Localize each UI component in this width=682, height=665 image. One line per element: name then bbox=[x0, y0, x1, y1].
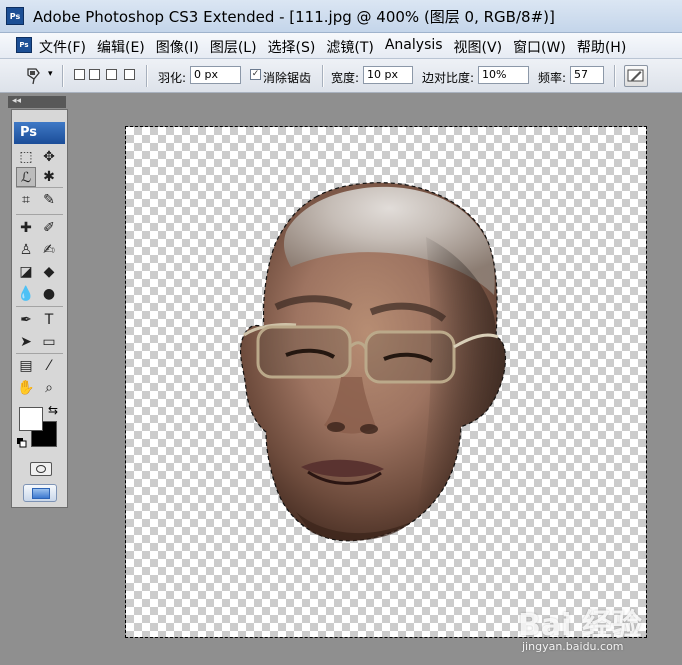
document-icon[interactable]: Ps bbox=[16, 37, 32, 53]
divider bbox=[62, 65, 64, 87]
menu-item[interactable]: 编辑(E) bbox=[97, 37, 145, 57]
menu-item[interactable]: 选择(S) bbox=[268, 37, 316, 57]
move-tool-icon[interactable]: ✥ bbox=[39, 147, 59, 167]
type-tool-icon[interactable]: T bbox=[39, 310, 59, 330]
check-icon: ✓ bbox=[251, 69, 260, 79]
zoom-tool-icon[interactable]: ⌕ bbox=[39, 378, 59, 398]
notes-tool-icon[interactable]: ▤ bbox=[16, 356, 36, 376]
menu-item[interactable]: 视图(V) bbox=[454, 37, 503, 57]
slice-tool-icon[interactable]: ✎ bbox=[39, 190, 59, 210]
toolbox-collapse-button[interactable]: ◂◂ bbox=[8, 96, 66, 108]
toolbox-divider bbox=[16, 353, 63, 354]
foreground-color-swatch[interactable] bbox=[19, 407, 43, 431]
portrait-layer-image bbox=[239, 182, 507, 542]
menu-item[interactable]: 图像(I) bbox=[156, 37, 199, 57]
rect-marquee-tool-icon[interactable]: ⬚ bbox=[16, 147, 36, 167]
menu-item[interactable]: 图层(L) bbox=[210, 37, 257, 57]
divider bbox=[322, 65, 324, 87]
width-input[interactable]: 10 px bbox=[363, 66, 413, 84]
eraser-tool-icon[interactable]: ◪ bbox=[16, 262, 36, 282]
edge-contrast-label: 边对比度: bbox=[422, 71, 475, 85]
swap-colors-icon[interactable]: ⇆ bbox=[48, 403, 58, 417]
quick-mask-button[interactable] bbox=[30, 462, 52, 476]
toolbox-divider bbox=[16, 306, 63, 307]
menu-items: 文件(F) 编辑(E) 图像(I) 图层(L) 选择(S) 滤镜(T) Analysis 视图… bbox=[39, 37, 637, 57]
rectangle-shape-tool-icon[interactable]: ▭ bbox=[39, 332, 59, 352]
watermark-url: jingyan.baidu.com bbox=[522, 640, 624, 653]
clone-stamp-tool-icon[interactable]: ♙ bbox=[16, 240, 36, 260]
app-icon-text: Ps bbox=[9, 11, 21, 21]
menu-item[interactable]: 帮助(H) bbox=[577, 37, 626, 57]
document-icon-text: Ps bbox=[19, 41, 29, 49]
add-to-selection-mode-button[interactable] bbox=[89, 69, 100, 80]
window-title: Adobe Photoshop CS3 Extended - [111.jpg … bbox=[33, 8, 555, 26]
feather-label: 羽化: bbox=[158, 71, 187, 85]
chevron-down-icon[interactable]: ▾ bbox=[48, 69, 53, 79]
new-selection-mode-button[interactable] bbox=[74, 69, 85, 80]
divider bbox=[614, 65, 616, 87]
screen-mode-button[interactable] bbox=[23, 484, 57, 502]
hand-tool-icon[interactable]: ✋ bbox=[16, 378, 36, 398]
menu-item[interactable]: Analysis bbox=[385, 37, 443, 57]
pen-tool-icon[interactable]: ✒ bbox=[16, 310, 36, 330]
tool-options-bar: ▾ 羽化: 0 px ✓ 消除锯齿 宽度: 10 px 边对比度: 10% 频率… bbox=[0, 59, 682, 93]
path-selection-tool-icon[interactable]: ➤ bbox=[16, 332, 36, 352]
default-colors-icon[interactable] bbox=[17, 438, 27, 448]
paint-bucket-tool-icon[interactable]: ◆ bbox=[39, 262, 59, 282]
menu-item[interactable]: 窗口(W) bbox=[513, 37, 566, 57]
ps-logo[interactable]: Ps bbox=[14, 122, 65, 144]
antialias-label: 消除锯齿 bbox=[263, 71, 312, 85]
title-bar[interactable]: Ps Adobe Photoshop CS3 Extended - [111.j… bbox=[0, 0, 682, 33]
tools-panel: Ps ⬚ ✥ ℒ ✱ ⌗ ✎ ✚ ✐ ♙ ✍ ◪ ◆ 💧 ● ✒ T ➤ ▭ ▤ ⁄ ✋ ⌕ ⇆ bbox=[11, 109, 68, 508]
frequency-label: 频率: bbox=[538, 71, 567, 85]
edge-contrast-input[interactable]: 10% bbox=[478, 66, 529, 84]
menu-item[interactable]: 文件(F) bbox=[39, 37, 86, 57]
magnetic-lasso-tool-icon[interactable]: ℒ bbox=[16, 167, 36, 187]
divider bbox=[146, 65, 148, 87]
dodge-tool-icon[interactable]: ● bbox=[39, 284, 59, 304]
toolbox-divider bbox=[16, 187, 63, 188]
intersect-selection-mode-button[interactable] bbox=[124, 69, 135, 80]
menu-item[interactable]: 滤镜(T) bbox=[326, 37, 373, 57]
magic-wand-tool-icon[interactable]: ✱ bbox=[39, 167, 59, 187]
history-brush-tool-icon[interactable]: ✍ bbox=[39, 240, 59, 260]
eyedropper-tool-icon[interactable]: ⁄ bbox=[39, 356, 59, 376]
toolbox-divider bbox=[16, 214, 63, 215]
menu-bar: Ps 文件(F) 编辑(E) 图像(I) 图层(L) 选择(S) 滤镜(T) Analysi… bbox=[0, 33, 682, 59]
pen-pressure-icon bbox=[627, 69, 644, 82]
photoshop-app-icon[interactable]: Ps bbox=[6, 7, 24, 25]
crop-tool-icon[interactable]: ⌗ bbox=[16, 190, 36, 210]
blur-tool-icon[interactable]: 💧 bbox=[16, 284, 36, 304]
tool-preset-picker-icon[interactable] bbox=[24, 66, 44, 86]
feather-input[interactable]: 0 px bbox=[190, 66, 241, 84]
frequency-input[interactable]: 57 bbox=[570, 66, 604, 84]
pen-pressure-button[interactable] bbox=[624, 65, 648, 87]
healing-brush-tool-icon[interactable]: ✚ bbox=[16, 218, 36, 238]
document-canvas[interactable] bbox=[125, 126, 647, 638]
brush-tool-icon[interactable]: ✐ bbox=[39, 218, 59, 238]
subtract-from-selection-mode-button[interactable] bbox=[106, 69, 117, 80]
width-label: 宽度: bbox=[331, 71, 360, 85]
antialias-checkbox[interactable]: ✓ bbox=[250, 69, 261, 80]
watermark-text: Bai 经验 bbox=[518, 608, 642, 643]
